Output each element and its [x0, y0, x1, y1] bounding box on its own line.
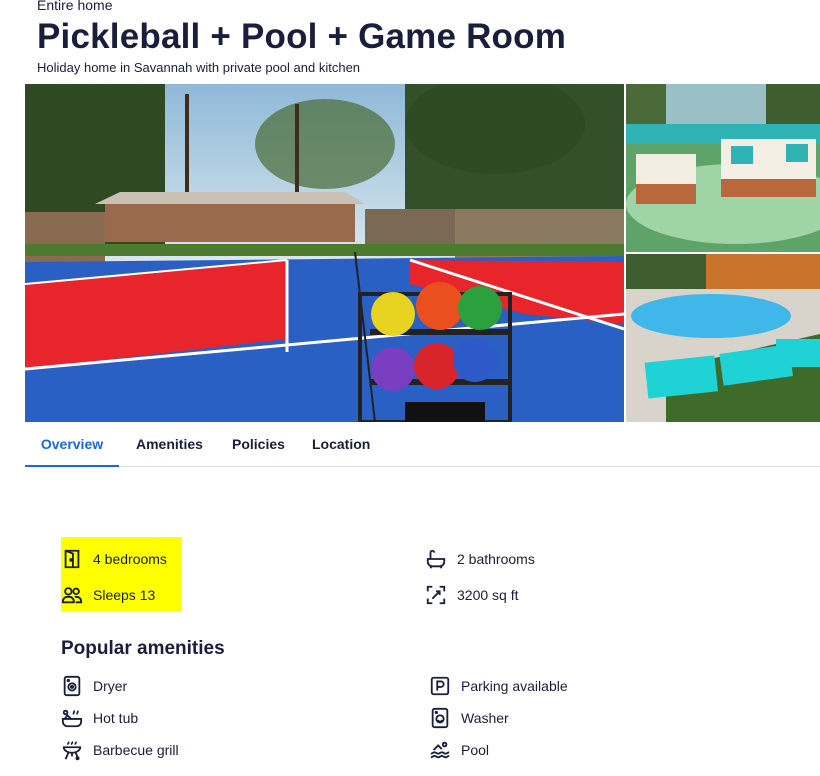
amenity-label: Dryer: [93, 678, 128, 694]
amenity-label: Hot tub: [93, 710, 139, 726]
amenity-label: Barbecue grill: [93, 742, 179, 758]
people-icon: [61, 584, 83, 606]
door-icon: [61, 548, 83, 570]
amenity-dryer: Dryer: [61, 674, 127, 698]
amenity-parking: Parking available: [429, 674, 568, 698]
tab-location[interactable]: Location: [312, 422, 370, 467]
patio-photo[interactable]: [626, 84, 820, 252]
tab-amenities[interactable]: Amenities: [136, 422, 203, 467]
property-type: Entire home: [37, 0, 113, 13]
hot-tub-icon: [61, 707, 83, 729]
tab-overview[interactable]: Overview: [25, 422, 119, 467]
fact-bathrooms: 2 bathrooms: [425, 547, 535, 571]
grill-icon: [61, 739, 83, 761]
fact-label: 2 bathrooms: [457, 551, 535, 567]
pool-icon: [429, 739, 451, 761]
amenity-label: Pool: [461, 742, 490, 758]
pool-photo[interactable]: [626, 254, 820, 422]
tab-policies[interactable]: Policies: [232, 422, 285, 467]
amenity-hot-tub: Hot tub: [61, 706, 138, 730]
amenity-grill: Barbecue grill: [61, 738, 179, 762]
property-title: Pickleball + Pool + Game Room: [37, 17, 567, 56]
fact-bedrooms: 4 bedrooms: [61, 547, 167, 571]
section-tabs: Overview Amenities Policies Location: [25, 422, 820, 467]
bathtub-icon: [425, 548, 447, 570]
main-photo-pickleball-court[interactable]: [25, 84, 624, 422]
amenity-label: Washer: [461, 710, 509, 726]
amenity-washer: Washer: [429, 706, 509, 730]
fact-label: Sleeps 13: [93, 587, 156, 603]
photo-gallery: [25, 84, 820, 422]
dryer-icon: [61, 675, 83, 697]
fact-label: 4 bedrooms: [93, 551, 167, 567]
fact-area: 3200 sq ft: [425, 583, 519, 607]
washer-icon: [429, 707, 451, 729]
amenity-label: Parking available: [461, 678, 568, 694]
property-subtitle: Holiday home in Savannah with private po…: [37, 60, 361, 75]
amenity-pool: Pool: [429, 738, 489, 762]
expand-icon: [425, 584, 447, 606]
parking-icon: [429, 675, 451, 697]
fact-sleeps: Sleeps 13: [61, 583, 155, 607]
popular-amenities-title: Popular amenities: [61, 638, 225, 659]
fact-label: 3200 sq ft: [457, 587, 519, 603]
